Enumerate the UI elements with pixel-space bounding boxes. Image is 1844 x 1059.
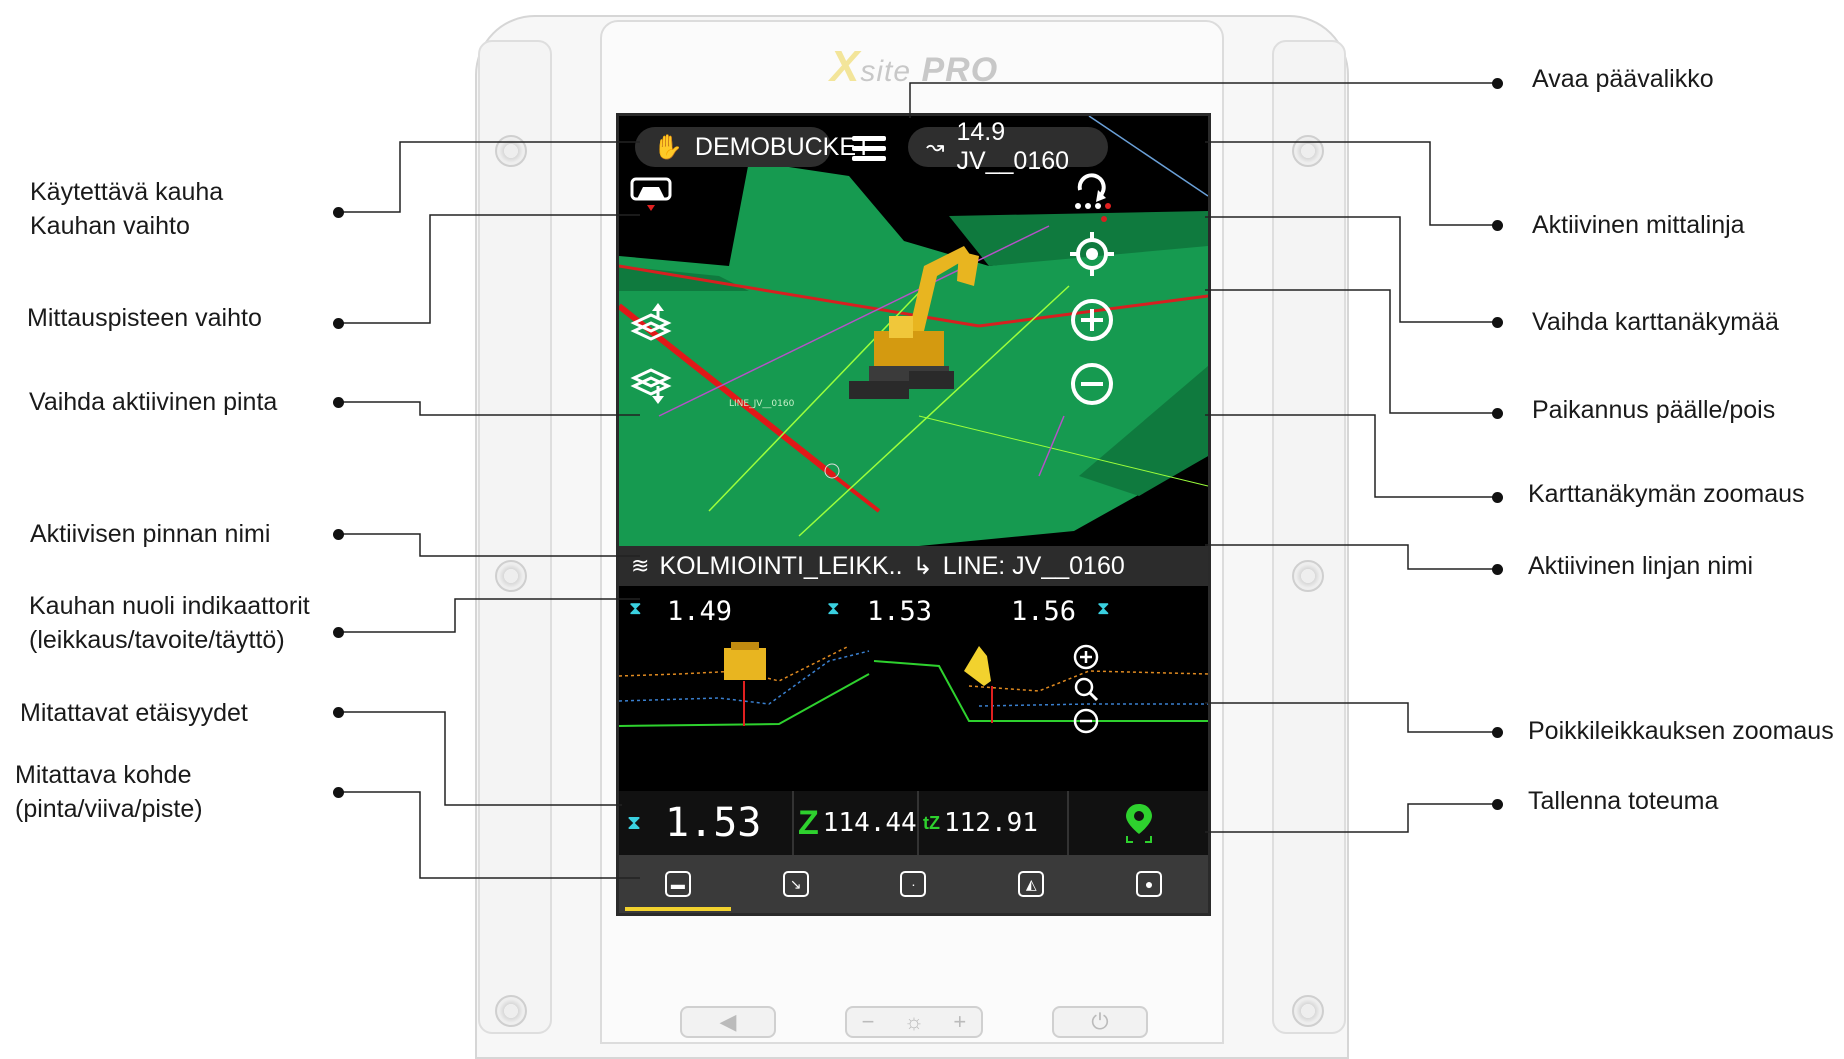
leader-dot — [333, 787, 344, 798]
label-arrow-indicators: Kauhan nuoli indikaattorit — [29, 592, 310, 620]
label-surface-name: Aktiivisen pinnan nimi — [30, 520, 271, 548]
leader-dot — [333, 627, 344, 638]
label-map-zoom: Karttanäkymän zoomaus — [1528, 480, 1805, 508]
leader-dot — [1492, 408, 1503, 419]
label-active-line: Aktiivinen mittalinja — [1532, 211, 1745, 239]
leader-dot — [333, 707, 344, 718]
label-measure-point: Mittauspisteen vaihto — [27, 304, 262, 332]
leader-dot — [333, 318, 344, 329]
label-bucket: Käytettävä kauha — [30, 178, 224, 206]
leader-dot — [1492, 492, 1503, 503]
annotation-leaders — [338, 82, 1497, 879]
label-line-name: Aktiivinen linjan nimi — [1528, 552, 1754, 580]
leader-dot — [1492, 78, 1503, 89]
label-bucket-change: Kauhan vaihto — [30, 212, 190, 240]
leader-dot — [1492, 799, 1503, 810]
leader-dot — [333, 207, 344, 218]
label-positioning: Paikannus päälle/pois — [1532, 396, 1776, 424]
label-distances: Mitattavat etäisyydet — [20, 699, 248, 727]
label-main-menu: Avaa päävalikko — [1532, 65, 1714, 93]
leader-dot — [333, 529, 344, 540]
leader-dot — [1492, 317, 1503, 328]
label-target-sub: (pinta/viiva/piste) — [15, 795, 203, 823]
label-xsec-zoom: Poikkileikkauksen zoomaus — [1528, 717, 1834, 745]
leader-dot — [1492, 564, 1503, 575]
label-arrow-indicators-sub: (leikkaus/tavoite/täyttö) — [29, 626, 285, 654]
leader-dot — [333, 397, 344, 408]
label-target: Mitattava kohde — [15, 761, 192, 789]
leader-dot — [1492, 727, 1503, 738]
leader-dot — [1492, 220, 1503, 231]
label-map-view: Vaihda karttanäkymää — [1532, 308, 1779, 336]
label-change-surface: Vaihda aktiivinen pinta — [29, 388, 278, 416]
label-save: Tallenna toteuma — [1528, 787, 1719, 815]
